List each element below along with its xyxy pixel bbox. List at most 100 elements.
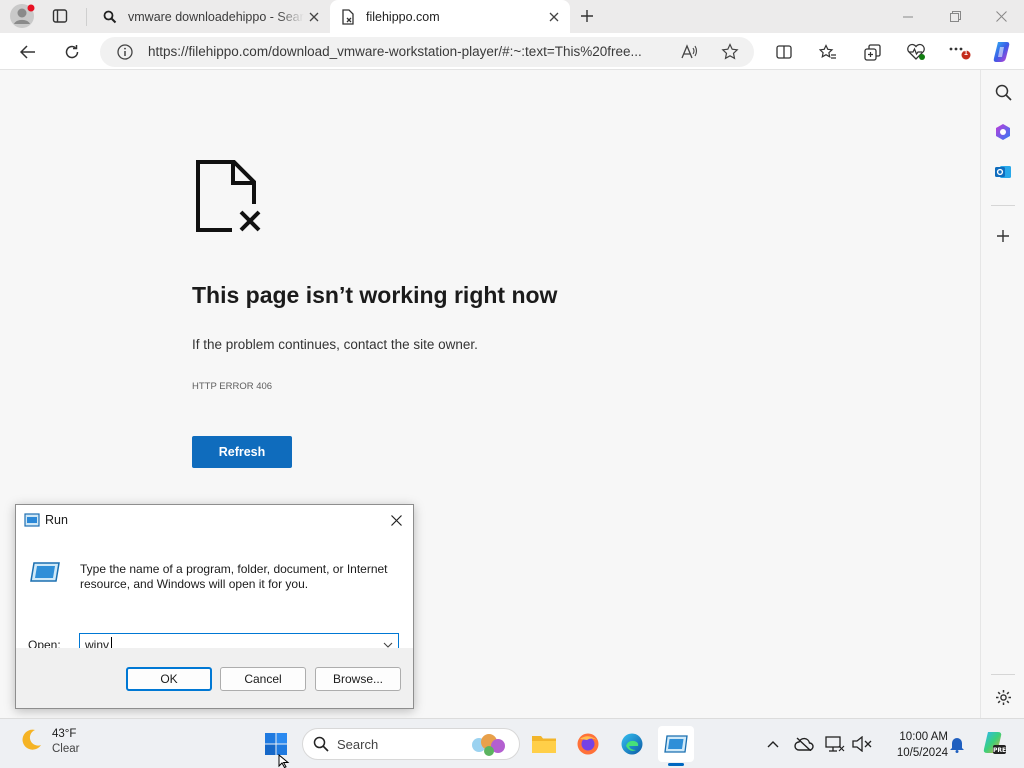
sidebar-settings-button[interactable] — [988, 682, 1018, 712]
sidebar-add-button[interactable] — [988, 221, 1018, 251]
close-tab-icon[interactable] — [304, 7, 324, 27]
gear-icon — [995, 689, 1011, 705]
cloud-offline-icon — [794, 737, 814, 751]
taskbar: 43°F Clear Search 10:00 AM 10/5/2024 PRE — [0, 718, 1024, 768]
run-close-button[interactable] — [383, 508, 409, 532]
ok-button[interactable]: OK — [126, 667, 212, 691]
error-title: This page isn’t working right now — [192, 282, 558, 308]
close-icon — [995, 11, 1007, 22]
back-button[interactable] — [13, 37, 43, 67]
folder-icon — [532, 736, 556, 753]
search-placeholder: Search — [337, 736, 379, 752]
close-window-button[interactable] — [978, 0, 1024, 33]
collections-button[interactable] — [857, 37, 887, 67]
tab-filehippo[interactable]: filehippo.com — [330, 0, 570, 33]
clock-time: 10:00 AM — [899, 731, 948, 743]
notifications-button[interactable] — [946, 733, 968, 755]
notification-badge: 1 — [964, 50, 968, 57]
sidebar-outlook-button[interactable] — [988, 157, 1018, 187]
clock[interactable]: 10:00 AM 10/5/2024 — [880, 729, 948, 761]
error-description: If the problem continues, contact the si… — [192, 337, 478, 352]
split-screen-button[interactable] — [769, 37, 799, 67]
back-arrow-icon — [20, 45, 35, 59]
sidebar-separator — [991, 205, 1015, 206]
chevron-up-icon — [767, 741, 779, 748]
weather-widget[interactable]: 43°F Clear — [18, 727, 79, 757]
clock-date: 10/5/2024 — [896, 747, 948, 759]
browse-button[interactable]: Browse... — [315, 667, 401, 691]
taskbar-search[interactable]: Search — [302, 728, 520, 760]
plus-icon — [997, 230, 1009, 242]
tab-actions-icon — [52, 9, 68, 23]
minimize-button[interactable] — [885, 0, 931, 33]
close-icon — [390, 514, 402, 526]
tab-title: vmware downloadehippo - Search — [128, 9, 304, 24]
run-titlebar[interactable]: Run — [16, 505, 413, 535]
monitor-network-icon — [825, 736, 845, 752]
favorites-icon — [819, 44, 836, 59]
site-info-icon[interactable] — [117, 44, 133, 63]
run-program-icon — [30, 562, 60, 582]
read-aloud-icon[interactable] — [681, 44, 699, 63]
run-title: Run — [45, 513, 68, 527]
edge-icon — [621, 733, 643, 755]
profile-avatar-icon — [10, 4, 35, 28]
run-taskbar-button[interactable] — [658, 726, 694, 762]
profile-button[interactable] — [8, 4, 36, 28]
copilot-icon — [993, 42, 1010, 62]
sidebar-search-button[interactable] — [988, 77, 1018, 107]
minimize-icon — [903, 16, 913, 17]
tab-actions-button[interactable] — [46, 4, 74, 28]
outlook-icon — [995, 166, 1011, 178]
network-tray-button[interactable] — [824, 733, 846, 755]
split-screen-icon — [776, 45, 792, 59]
copilot-pre-icon: PRE — [983, 732, 1006, 754]
browser-essentials-button[interactable] — [901, 37, 931, 67]
moon-icon — [22, 729, 41, 750]
run-dialog: Run Type the name of a program, folder, … — [15, 504, 414, 709]
tab-strip: vmware downloadehippo - Search filehippo… — [0, 0, 1024, 33]
show-hidden-icons-button[interactable] — [762, 733, 784, 755]
active-app-indicator — [668, 763, 684, 766]
copilot-taskbar-button[interactable]: PRE — [980, 730, 1006, 756]
address-bar[interactable]: https://filehippo.com/download_vmware-wo… — [100, 37, 754, 67]
new-tab-button[interactable] — [573, 4, 601, 28]
collections-icon — [863, 43, 881, 61]
edge-sidebar — [980, 70, 1024, 718]
run-footer: OK Cancel Browse... — [16, 648, 413, 708]
copilot-button[interactable] — [987, 37, 1017, 67]
favorites-button[interactable] — [813, 37, 843, 67]
file-explorer-button[interactable] — [526, 726, 562, 762]
weather-condition: Clear — [52, 743, 80, 755]
tab-divider — [86, 8, 87, 26]
reload-button[interactable] — [57, 37, 87, 67]
speaker-muted-icon — [852, 736, 872, 752]
copilot-sidebar-icon — [996, 124, 1010, 140]
volume-tray-button[interactable] — [851, 733, 873, 755]
windows-logo-icon — [265, 733, 287, 755]
run-app-icon — [664, 735, 688, 753]
edge-button[interactable] — [614, 726, 650, 762]
svg-text:PRE: PRE — [993, 747, 1006, 754]
plus-icon — [581, 10, 593, 22]
close-tab-icon[interactable] — [544, 7, 564, 27]
broken-page-icon — [196, 160, 262, 234]
more-dots-icon — [949, 47, 971, 60]
bell-icon — [950, 738, 964, 753]
sidebar-copilot-button[interactable] — [988, 117, 1018, 147]
heart-pulse-icon — [907, 43, 925, 60]
run-app-icon — [24, 513, 40, 527]
tab-search[interactable]: vmware downloadehippo - Search — [90, 0, 330, 33]
run-body: Type the name of a program, folder, docu… — [16, 535, 413, 657]
sidebar-separator — [991, 674, 1015, 675]
onedrive-tray-button[interactable] — [793, 733, 815, 755]
cancel-button[interactable]: Cancel — [220, 667, 306, 691]
refresh-button[interactable]: Refresh — [192, 436, 292, 468]
restore-button[interactable] — [932, 0, 978, 33]
favorite-star-icon[interactable] — [721, 43, 739, 64]
run-description: Type the name of a program, folder, docu… — [80, 562, 388, 591]
firefox-button[interactable] — [570, 726, 606, 762]
search-icon — [102, 9, 118, 25]
settings-more-button[interactable]: 1 — [945, 37, 975, 67]
reload-icon — [65, 45, 79, 59]
